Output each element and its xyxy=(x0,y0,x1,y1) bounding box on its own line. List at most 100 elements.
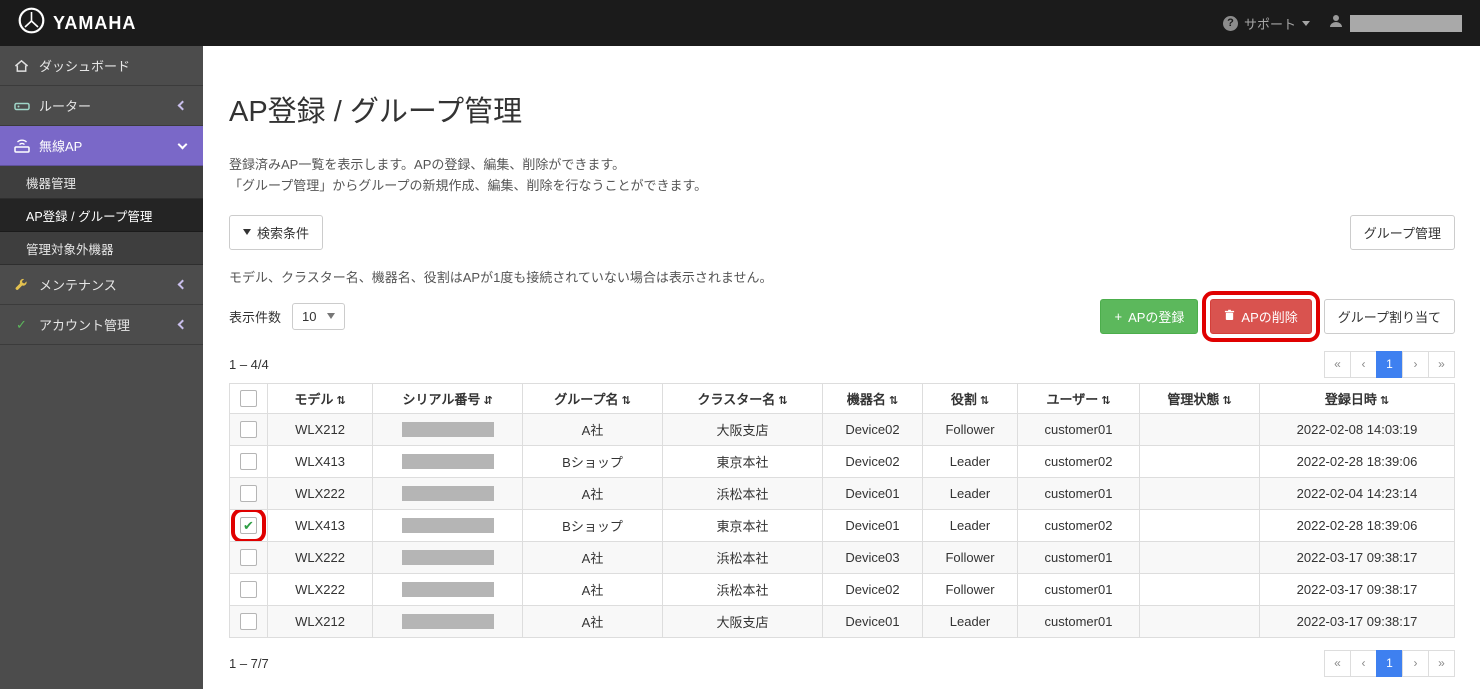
ap-delete-button[interactable]: APの削除 xyxy=(1210,299,1311,334)
column-header[interactable]: ユーザー⇅ xyxy=(1018,383,1140,413)
redacted-serial xyxy=(402,422,494,437)
check-icon: ✓ xyxy=(13,317,30,333)
column-label: ユーザー xyxy=(1047,392,1099,407)
column-header[interactable]: グループ名 ⇅ xyxy=(523,383,663,413)
ap-table: モデル⇅シリアル番号⇵グループ名⇅クラスター名⇅機器名⇅役割⇅ユーザー⇅管理状態… xyxy=(229,383,1455,638)
page-first-button[interactable]: « xyxy=(1324,351,1351,378)
page-last-button[interactable]: » xyxy=(1428,650,1455,677)
column-header[interactable]: 役割⇅ xyxy=(923,383,1018,413)
sort-icon[interactable]: ⇅ xyxy=(1101,395,1110,407)
header-row: モデル⇅シリアル番号⇵グループ名⇅クラスター名⇅機器名⇅役割⇅ユーザー⇅管理状態… xyxy=(230,383,1455,413)
page-prev-button[interactable]: ‹ xyxy=(1350,650,1377,677)
page-number-button[interactable]: 1 xyxy=(1376,351,1403,378)
trash-icon xyxy=(1224,309,1235,324)
checkbox-cell xyxy=(230,413,268,445)
sidebar-item-ap-registration[interactable]: AP登録 / グループ管理 xyxy=(0,199,203,232)
cell-device: Device01 xyxy=(823,477,923,509)
column-header[interactable]: シリアル番号⇵ xyxy=(373,383,523,413)
page-next-button[interactable]: › xyxy=(1402,351,1429,378)
cell-group: A社 xyxy=(523,477,663,509)
cell-role: Leader xyxy=(923,445,1018,477)
cell-user: customer01 xyxy=(1018,413,1140,445)
column-header[interactable]: 管理状態⇅ xyxy=(1140,383,1260,413)
column-label: グループ名 xyxy=(554,392,618,407)
checkbox-cell xyxy=(230,477,268,509)
user-menu[interactable] xyxy=(1328,13,1462,34)
cell-date: 2022-02-28 18:39:06 xyxy=(1260,445,1455,477)
sort-icon[interactable]: ⇅ xyxy=(889,395,898,407)
cell-user: customer01 xyxy=(1018,605,1140,637)
row-checkbox[interactable] xyxy=(240,549,257,566)
cell-model: WLX222 xyxy=(268,573,373,605)
sort-icon[interactable]: ⇅ xyxy=(336,395,345,407)
column-label: 機器名 xyxy=(847,392,886,407)
result-range-bottom: 1 – 7/7 xyxy=(229,656,269,671)
sidebar-item-router[interactable]: ルーター xyxy=(0,86,203,126)
page-last-button[interactable]: » xyxy=(1428,351,1455,378)
chevron-left-icon xyxy=(178,320,188,330)
sidebar-item-device-management[interactable]: 機器管理 xyxy=(0,166,203,199)
ap-register-button[interactable]: + APの登録 xyxy=(1100,299,1198,334)
display-count-select[interactable]: 10 xyxy=(292,303,345,330)
redacted-serial xyxy=(402,518,494,533)
select-all-checkbox[interactable] xyxy=(240,390,257,407)
cell-device: Device03 xyxy=(823,541,923,573)
support-menu[interactable]: ? サポート xyxy=(1223,14,1310,33)
column-header[interactable]: 登録日時⇅ xyxy=(1260,383,1455,413)
page-number-button[interactable]: 1 xyxy=(1376,650,1403,677)
sort-icon[interactable]: ⇅ xyxy=(980,395,989,407)
sidebar-item-dashboard[interactable]: ダッシュボード xyxy=(0,46,203,86)
group-assign-button[interactable]: グループ割り当て xyxy=(1324,299,1455,334)
group-manage-button[interactable]: グループ管理 xyxy=(1350,215,1455,250)
cell-status xyxy=(1140,477,1260,509)
column-header[interactable]: モデル⇅ xyxy=(268,383,373,413)
pagination-top: « ‹ 1 › » xyxy=(1325,351,1455,378)
cell-group: Bショップ xyxy=(523,445,663,477)
table-row: WLX212A社大阪支店Device02Followercustomer0120… xyxy=(230,413,1455,445)
row-checkbox[interactable]: ✔ xyxy=(240,517,257,534)
sidebar-item-maintenance[interactable]: メンテナンス xyxy=(0,265,203,305)
cell-model: WLX212 xyxy=(268,413,373,445)
cell-cluster: 浜松本社 xyxy=(663,573,823,605)
cell-date: 2022-02-08 14:03:19 xyxy=(1260,413,1455,445)
cell-cluster: 大阪支店 xyxy=(663,413,823,445)
plus-icon: + xyxy=(1114,309,1122,324)
cell-device: Device02 xyxy=(823,573,923,605)
sidebar-item-account-management[interactable]: ✓ アカウント管理 xyxy=(0,305,203,345)
sidebar-item-unmanaged-devices[interactable]: 管理対象外機器 xyxy=(0,232,203,265)
column-label: 役割 xyxy=(951,392,977,407)
redacted-serial xyxy=(402,550,494,565)
row-checkbox[interactable] xyxy=(240,453,257,470)
row-checkbox[interactable] xyxy=(240,485,257,502)
sort-icon[interactable]: ⇵ xyxy=(483,395,492,407)
row-checkbox[interactable] xyxy=(240,581,257,598)
row-checkbox[interactable] xyxy=(240,421,257,438)
table-row: WLX222A社浜松本社Device02Followercustomer0120… xyxy=(230,573,1455,605)
page-next-button[interactable]: › xyxy=(1402,650,1429,677)
checkbox-cell xyxy=(230,445,268,477)
sort-icon[interactable]: ⇅ xyxy=(1222,395,1231,407)
cell-user: customer02 xyxy=(1018,509,1140,541)
search-condition-button[interactable]: 検索条件 xyxy=(229,215,323,250)
cell-cluster: 東京本社 xyxy=(663,509,823,541)
page-prev-button[interactable]: ‹ xyxy=(1350,351,1377,378)
row-checkbox[interactable] xyxy=(240,613,257,630)
column-label: クラスター名 xyxy=(698,392,776,407)
sidebar: ダッシュボード ルーター 無線AP xyxy=(0,46,203,689)
column-header[interactable]: 機器名⇅ xyxy=(823,383,923,413)
checkbox-cell xyxy=(230,605,268,637)
sidebar-item-label: ルーター xyxy=(39,96,91,115)
cell-serial xyxy=(373,605,523,637)
sort-icon[interactable]: ⇅ xyxy=(1380,395,1389,407)
column-header[interactable]: クラスター名⇅ xyxy=(663,383,823,413)
cell-cluster: 浜松本社 xyxy=(663,541,823,573)
cell-status xyxy=(1140,445,1260,477)
sort-icon[interactable]: ⇅ xyxy=(622,395,631,407)
display-count: 表示件数 10 xyxy=(229,303,345,330)
cell-date: 2022-02-04 14:23:14 xyxy=(1260,477,1455,509)
cell-role: Leader xyxy=(923,477,1018,509)
sidebar-item-wireless-ap[interactable]: 無線AP xyxy=(0,126,203,166)
sort-icon[interactable]: ⇅ xyxy=(778,395,787,407)
brand: YAMAHA xyxy=(18,7,136,39)
page-first-button[interactable]: « xyxy=(1324,650,1351,677)
